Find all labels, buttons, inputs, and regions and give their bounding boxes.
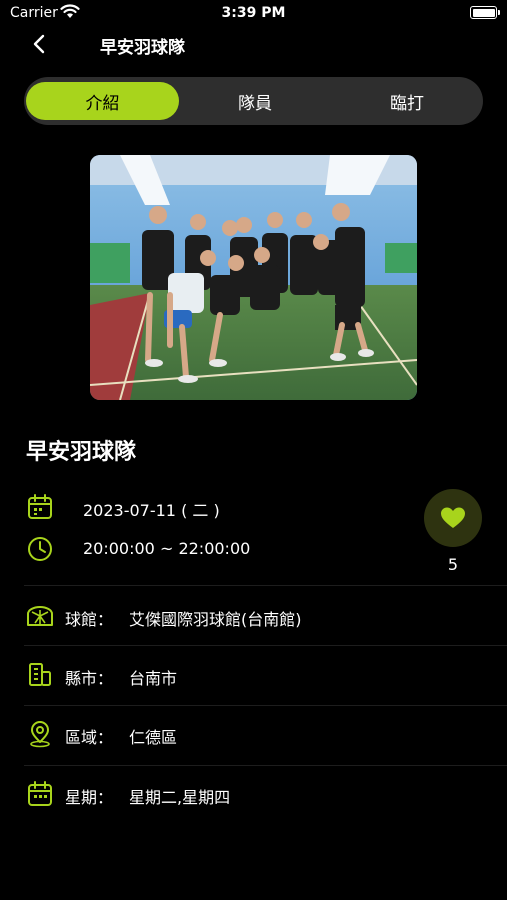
location-pin-icon [30, 721, 50, 748]
like-button[interactable] [424, 489, 482, 547]
calendar-icon [28, 494, 52, 519]
venue-value: 艾傑國際羽球館(台南館) [129, 610, 302, 629]
building-icon [29, 663, 51, 686]
divider [24, 585, 507, 586]
navigation-bar: 早安羽球隊 [0, 28, 507, 72]
tab-dropin[interactable]: 臨打 [331, 77, 483, 125]
city-value: 台南市 [129, 669, 178, 688]
city-label: 縣市： [65, 669, 114, 688]
status-bar: Carrier 3:39 PM [0, 0, 507, 28]
schedule-date: 2023-07-11 ( 二 ) [83, 501, 220, 520]
tab-members[interactable]: 隊員 [179, 77, 331, 125]
divider [24, 645, 507, 646]
back-chevron-icon[interactable] [28, 32, 52, 56]
district-value: 仁德區 [129, 728, 178, 747]
divider [24, 765, 507, 766]
district-label: 區域： [65, 728, 114, 747]
calendar-icon [28, 781, 52, 806]
schedule-time: 20:00:00 ~ 22:00:00 [83, 539, 251, 558]
weekday-value: 星期二,星期四 [129, 788, 231, 807]
divider [24, 705, 507, 706]
venue-label: 球館： [65, 610, 114, 629]
weekday-label: 星期： [65, 788, 114, 807]
team-photo [90, 155, 417, 400]
team-name: 早安羽球隊 [26, 440, 137, 465]
tab-intro[interactable]: 介紹 [26, 82, 179, 120]
tab-bar: 介紹 隊員 臨打 [24, 77, 483, 125]
stadium-icon [27, 606, 53, 626]
clock-icon [28, 537, 52, 561]
battery-icon [470, 6, 500, 19]
heart-icon [441, 507, 465, 528]
page-title: 早安羽球隊 [100, 38, 185, 58]
like-count: 5 [447, 555, 459, 574]
status-time: 3:39 PM [221, 5, 286, 21]
